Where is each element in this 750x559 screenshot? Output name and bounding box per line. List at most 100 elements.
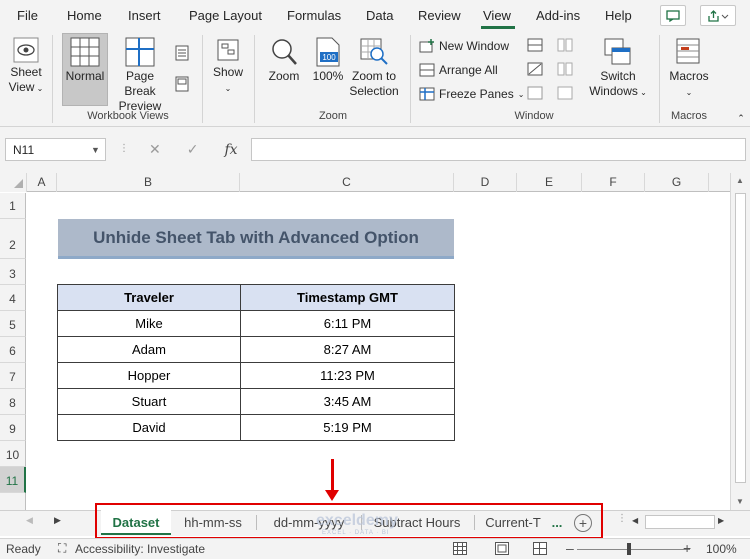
timestamp-cell[interactable]: 5:19 PM <box>240 414 455 441</box>
chevron-down-icon[interactable]: ▼ <box>91 145 100 155</box>
split-button[interactable] <box>527 38 543 56</box>
traveler-cell[interactable]: David <box>57 414 241 441</box>
column-header-g[interactable]: G <box>645 173 709 192</box>
menu-file[interactable]: File <box>17 8 38 23</box>
comments-button[interactable] <box>660 5 686 26</box>
menu-review[interactable]: Review <box>418 8 461 23</box>
menu-page-layout[interactable]: Page Layout <box>189 8 262 23</box>
divider <box>202 35 203 123</box>
vertical-scrollbar[interactable]: ▲ ▼ <box>730 173 750 511</box>
menu-data[interactable]: Data <box>366 8 393 23</box>
column-header-e[interactable]: E <box>517 173 582 192</box>
normal-grid-icon <box>70 37 100 67</box>
zoom-to-selection-button[interactable]: Zoom to Selection <box>348 37 400 99</box>
row-header-4[interactable]: 4 <box>0 285 26 311</box>
row-header-10[interactable]: 10 <box>0 441 26 467</box>
select-all-button[interactable] <box>0 173 27 192</box>
macros-button[interactable]: Macros ⌄ <box>664 37 714 100</box>
row-header-7[interactable]: 7 <box>0 363 26 389</box>
traveler-cell[interactable]: Stuart <box>57 388 241 415</box>
sheet-view-label-2: View <box>8 80 35 94</box>
custom-views-button[interactable] <box>174 76 190 96</box>
show-button[interactable]: Show ⌄ <box>209 37 247 96</box>
scroll-down-icon[interactable]: ▼ <box>736 497 744 506</box>
drag-handle-icon[interactable]: ⋮ <box>119 143 129 154</box>
scroll-right-icon[interactable]: ▶ <box>718 516 724 525</box>
row-header-1[interactable]: 1 <box>0 193 26 219</box>
row-header-12[interactable] <box>0 493 26 510</box>
synchronous-scrolling-button[interactable] <box>557 62 573 80</box>
zoom-slider[interactable] <box>577 549 690 550</box>
show-label: Show <box>212 65 244 79</box>
column-header-b[interactable]: B <box>57 173 240 192</box>
next-sheet-icon[interactable]: ▶ <box>54 515 61 526</box>
horizontal-scrollbar[interactable] <box>645 515 715 529</box>
view-side-by-side-button[interactable] <box>557 38 573 56</box>
column-header-c[interactable]: C <box>240 173 454 192</box>
page-break-status-button[interactable] <box>533 542 547 558</box>
zoom-in-icon[interactable]: + <box>683 540 691 556</box>
traveler-cell[interactable]: Mike <box>57 310 241 337</box>
scroll-left-icon[interactable]: ◀ <box>632 516 638 525</box>
table-header-row: Traveler Timestamp GMT <box>57 284 455 311</box>
zoom-100-button[interactable]: 100 100% <box>310 37 346 84</box>
menu-home[interactable]: Home <box>67 8 102 23</box>
header-traveler[interactable]: Traveler <box>57 284 241 311</box>
column-header-d[interactable]: D <box>454 173 517 192</box>
menu-add-ins[interactable]: Add-ins <box>536 8 580 23</box>
prev-sheet-icon[interactable]: ◀ <box>26 515 33 526</box>
unhide-button[interactable] <box>527 86 543 104</box>
column-header-a[interactable]: A <box>27 173 57 192</box>
divider <box>52 35 53 123</box>
traveler-cell[interactable]: Hopper <box>57 362 241 389</box>
scrollbar-thumb[interactable] <box>735 193 746 483</box>
zoom-button[interactable]: Zoom <box>264 37 304 84</box>
freeze-panes-button[interactable]: Freeze Panes ⌄ <box>419 84 524 104</box>
menu-insert[interactable]: Insert <box>128 8 161 23</box>
sheet-view-button[interactable]: Sheet View ⌄ <box>6 37 46 96</box>
column-header-f[interactable]: F <box>582 173 645 192</box>
page-layout-view-button[interactable] <box>174 45 190 65</box>
new-window-button[interactable]: New Window <box>419 36 509 56</box>
row-header-5[interactable]: 5 <box>0 311 26 337</box>
traveler-cell[interactable]: Adam <box>57 336 241 363</box>
accessibility-status[interactable]: Accessibility: Investigate <box>75 542 205 556</box>
zoom-slider-thumb[interactable] <box>627 543 631 555</box>
menu-view[interactable]: View <box>483 8 511 23</box>
row-header-3[interactable]: 3 <box>0 259 26 285</box>
row-header-8[interactable]: 8 <box>0 389 26 415</box>
zoom-out-icon[interactable]: – <box>566 540 574 556</box>
page-break-preview-button[interactable]: Page Break Preview <box>109 37 171 114</box>
row-header-2[interactable]: 2 <box>0 219 26 259</box>
accessibility-icon[interactable]: ⛶ <box>58 541 66 556</box>
row-header-11[interactable]: 11 <box>0 467 26 493</box>
normal-view-status-button[interactable] <box>453 542 467 558</box>
menu-formulas[interactable]: Formulas <box>287 8 341 23</box>
enter-icon[interactable]: ✓ <box>187 141 199 158</box>
timestamp-cell[interactable]: 6:11 PM <box>240 310 455 337</box>
insert-function-icon[interactable]: fx <box>224 142 237 158</box>
timestamp-cell[interactable]: 3:45 AM <box>240 388 455 415</box>
page-layout-status-button[interactable] <box>495 542 509 558</box>
reset-window-position-button[interactable] <box>557 86 573 104</box>
row-header-9[interactable]: 9 <box>0 415 26 441</box>
hide-button[interactable] <box>527 62 543 80</box>
menu-help[interactable]: Help <box>605 8 632 23</box>
sheet-title[interactable]: Unhide Sheet Tab with Advanced Option <box>58 219 454 259</box>
normal-label: Normal <box>65 69 105 83</box>
row-header-6[interactable]: 6 <box>0 337 26 363</box>
timestamp-cell[interactable]: 8:27 AM <box>240 336 455 363</box>
arrange-all-button[interactable]: Arrange All <box>419 60 498 80</box>
formula-input[interactable] <box>251 138 746 161</box>
arrange-all-label: Arrange All <box>439 63 498 77</box>
scroll-up-icon[interactable]: ▲ <box>736 176 744 185</box>
header-timestamp[interactable]: Timestamp GMT <box>240 284 455 311</box>
tab-splitter-handle[interactable]: ⋮ <box>617 513 627 524</box>
zoom-level[interactable]: 100% <box>706 542 737 556</box>
timestamp-cell[interactable]: 11:23 PM <box>240 362 455 389</box>
switch-windows-button[interactable]: Switch Windows ⌄ <box>586 37 650 100</box>
normal-view-button[interactable]: Normal <box>62 37 108 84</box>
collapse-ribbon-button[interactable]: ⌃ <box>735 111 747 126</box>
share-button[interactable] <box>700 5 736 26</box>
cancel-icon[interactable]: ✕ <box>149 141 161 158</box>
